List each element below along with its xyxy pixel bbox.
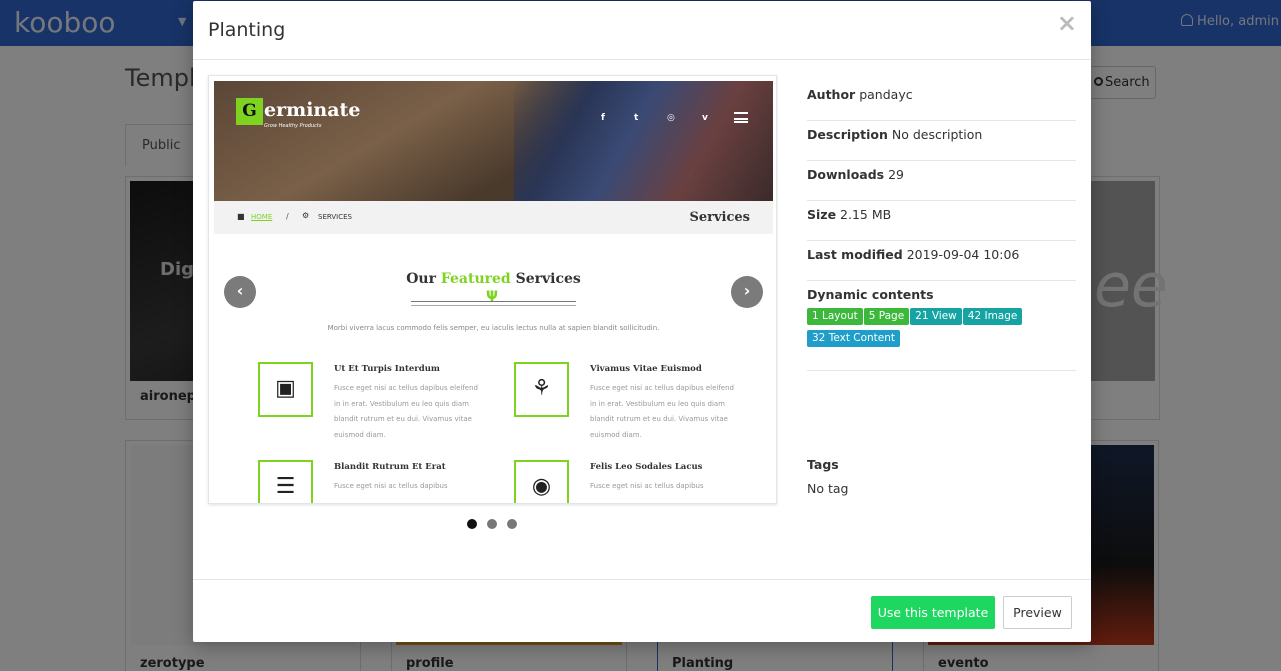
- detail-label: Size: [807, 207, 837, 222]
- content-badge: 32 Text Content: [807, 330, 901, 347]
- detail-value: No description: [891, 127, 983, 142]
- detail-value: 2019-09-04 10:06: [906, 247, 1020, 262]
- detail-last-modified: Last modified 2019-09-04 10:06: [807, 241, 1076, 281]
- facebook-icon: f: [601, 113, 605, 123]
- sprout-icon: Ψ: [486, 289, 498, 305]
- detail-author: Author pandayc: [807, 81, 1076, 121]
- breadcrumb-home: HOME: [251, 213, 273, 221]
- tags-value: No tag: [807, 481, 849, 496]
- heading-part: Our: [406, 271, 441, 287]
- use-template-button[interactable]: Use this template: [871, 596, 995, 629]
- slide-logo-mark: G: [236, 98, 263, 125]
- slide-logo-text: erminate: [264, 99, 361, 121]
- carousel-slide: G erminate Grow Healthy Products f t ◎ v…: [214, 81, 773, 503]
- template-detail-modal: Planting × G erminate Grow Healthy Produ…: [193, 1, 1091, 642]
- detail-dynamic-contents: Dynamic contents 1 Layout 5 Page 21 View 42…: [807, 281, 1076, 371]
- heading-divider: [411, 305, 576, 306]
- cart-icon: ▣: [258, 362, 313, 417]
- vimeo-icon: v: [702, 113, 708, 123]
- detail-value: 2.15 MB: [840, 207, 892, 222]
- carousel-dot[interactable]: [507, 519, 517, 529]
- service-item: ⚘ Vivamus Vitae Euismod Fusce eget nisi …: [514, 362, 744, 442]
- content-badge: 42 Image: [962, 308, 1023, 325]
- modal-title: Planting: [208, 19, 286, 41]
- carousel-dot[interactable]: [467, 519, 477, 529]
- content-badge: 5 Page: [863, 308, 910, 325]
- heading-accent: Featured: [440, 271, 511, 287]
- service-item: ▣ Ut Et Turpis Interdum Fusce eget nisi …: [258, 362, 488, 442]
- tools-icon: ☰: [258, 460, 313, 503]
- slide-logo-tagline: Grow Healthy Products: [264, 123, 322, 129]
- service-title: Vivamus Vitae Euismod: [590, 364, 702, 374]
- slide-section-heading: Our Featured Services: [214, 271, 773, 287]
- service-text: Fusce eget nisi ac tellus dapibus: [590, 482, 704, 490]
- detail-downloads: Downloads 29: [807, 161, 1076, 201]
- detail-label: Last modified: [807, 247, 903, 262]
- dynamic-content-badges: 1 Layout 5 Page 21 View 42 Image 32 Text Con…: [807, 307, 1076, 351]
- basket-icon: ◉: [514, 460, 569, 503]
- gear-icon: ⚙: [302, 211, 310, 220]
- wheelbarrow-icon: ⚘: [514, 362, 569, 417]
- carousel-next-button[interactable]: ›: [731, 276, 763, 308]
- detail-label: Downloads: [807, 167, 885, 182]
- detail-label: Description: [807, 127, 888, 142]
- detail-label: Dynamic contents: [807, 287, 934, 302]
- tags-label: Tags: [807, 457, 839, 472]
- service-item: ◉ Felis Leo Sodales Lacus Fusce eget nis…: [514, 460, 744, 503]
- home-icon: ■: [237, 212, 245, 221]
- modal-footer: Use this template Preview: [193, 579, 1091, 642]
- service-text: Fusce eget nisi ac tellus dapibus eleife…: [334, 384, 478, 439]
- slide-breadcrumb: ■ HOME / ⚙ SERVICES Services: [214, 201, 773, 234]
- hero-photo: [514, 81, 773, 201]
- service-item: ☰ Blandit Rutrum Et Erat Fusce eget nisi…: [258, 460, 488, 503]
- dribbble-icon: ◎: [667, 113, 675, 123]
- breadcrumb-separator: /: [286, 212, 289, 221]
- service-title: Blandit Rutrum Et Erat: [334, 462, 446, 472]
- twitter-icon: t: [634, 113, 639, 123]
- content-badge: 1 Layout: [807, 308, 863, 325]
- detail-description: Description No description: [807, 121, 1076, 161]
- detail-size: Size 2.15 MB: [807, 201, 1076, 241]
- service-title: Felis Leo Sodales Lacus: [590, 462, 703, 472]
- slide-hero-image: G erminate Grow Healthy Products f t ◎ v: [214, 81, 773, 201]
- breadcrumb-current: SERVICES: [318, 213, 352, 221]
- slide-section-description: Morbi viverra lacus commodo felis semper…: [327, 324, 660, 332]
- heading-part: Services: [510, 271, 581, 287]
- detail-value: 29: [888, 167, 905, 182]
- carousel-prev-button[interactable]: ‹: [224, 276, 256, 308]
- detail-label: Author: [807, 87, 856, 102]
- close-icon[interactable]: ×: [1057, 11, 1077, 35]
- content-badge: 21 View: [910, 308, 962, 325]
- preview-carousel: G erminate Grow Healthy Products f t ◎ v…: [208, 75, 777, 504]
- detail-value: pandayc: [859, 87, 913, 102]
- slide-page-title: Services: [689, 210, 750, 225]
- preview-button[interactable]: Preview: [1003, 596, 1072, 629]
- carousel-dot[interactable]: [487, 519, 497, 529]
- hamburger-menu-icon: [734, 112, 748, 123]
- service-text: Fusce eget nisi ac tellus dapibus: [334, 482, 448, 490]
- modal-header: Planting ×: [193, 1, 1091, 60]
- template-details: Author pandayc Description No description …: [807, 81, 1076, 496]
- service-title: Ut Et Turpis Interdum: [334, 364, 440, 374]
- service-text: Fusce eget nisi ac tellus dapibus eleife…: [590, 384, 734, 439]
